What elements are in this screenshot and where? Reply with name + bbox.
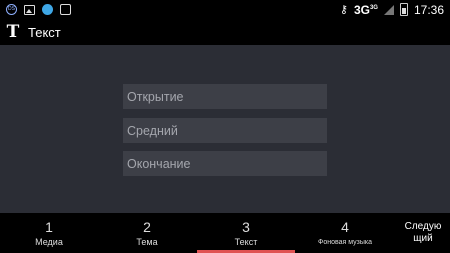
game-app-icon [60, 4, 71, 15]
tab-number: 2 [143, 219, 151, 235]
middle-text-input[interactable] [123, 118, 327, 143]
clock: 17:36 [413, 2, 444, 17]
tab-number: 4 [341, 219, 349, 235]
tab-background-music[interactable]: 4 Фоновая музыка [296, 213, 394, 253]
tab-label: Тема [136, 237, 158, 247]
next-button[interactable]: Следую щий [396, 213, 450, 253]
next-label-line1: Следую [404, 221, 442, 232]
tab-text[interactable]: 3 Текст [197, 213, 295, 253]
next-label-line2: щий [413, 233, 433, 244]
tab-number: 3 [242, 219, 250, 235]
tab-theme[interactable]: 2 Тема [98, 213, 196, 253]
battery-icon [399, 3, 408, 16]
signal-icon [383, 4, 394, 15]
tab-label: Фоновая музыка [318, 239, 372, 246]
status-bar: DS ⚷ 3G3G 17:36 [0, 0, 450, 19]
bottom-nav: 1 Медиа 2 Тема 3 Текст 4 Фоновая музыка … [0, 213, 450, 253]
tab-media[interactable]: 1 Медиа [0, 213, 98, 253]
network-type: 3G3G [353, 2, 378, 17]
bird-app-icon [42, 4, 53, 15]
opening-text-input[interactable] [123, 84, 327, 109]
data-saver-icon: DS [6, 4, 17, 15]
tab-label: Текст [234, 237, 258, 247]
ending-text-input[interactable] [123, 151, 327, 176]
tab-number: 1 [45, 219, 53, 235]
tab-label: Медиа [35, 237, 63, 247]
app-bar: T Текст [0, 19, 450, 45]
text-icon: T [6, 22, 20, 42]
page-title: Текст [28, 24, 61, 40]
image-icon [24, 4, 35, 15]
key-icon: ⚷ [339, 4, 348, 16]
